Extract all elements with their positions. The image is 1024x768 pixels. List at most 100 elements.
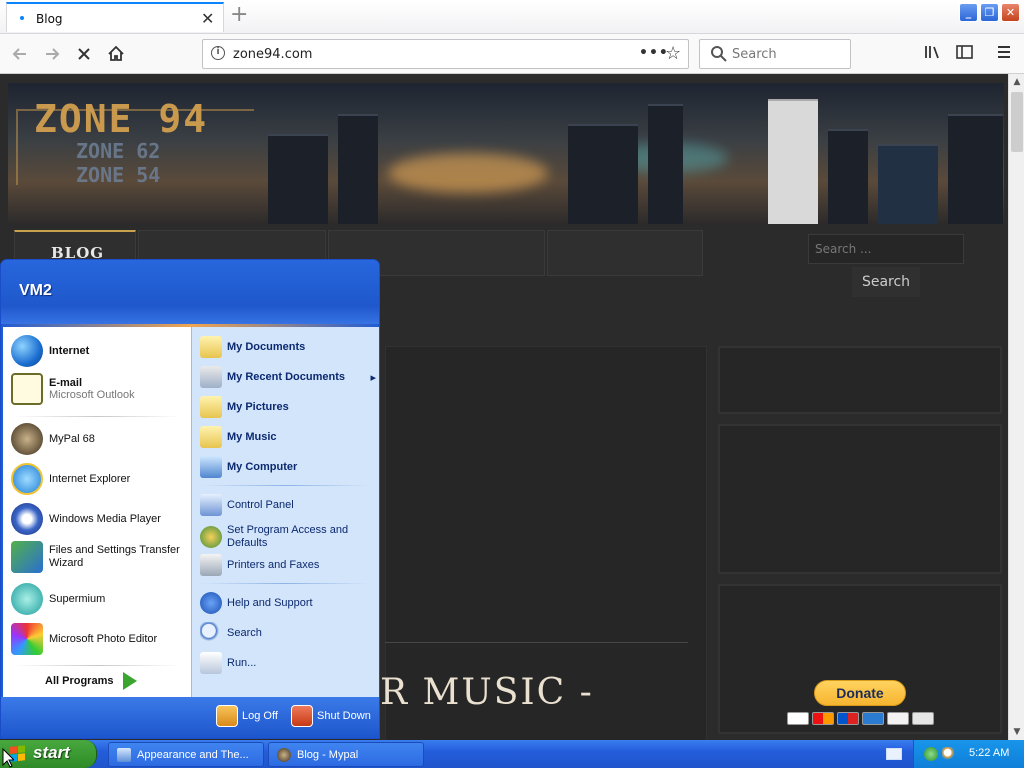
pinned-email-label: E-mail bbox=[49, 377, 83, 389]
start-menu-programs: Internet E-mail Microsoft Outlook MyPal … bbox=[3, 327, 191, 697]
run-icon bbox=[200, 652, 222, 674]
forward-button[interactable] bbox=[40, 42, 64, 66]
arrow-right-icon bbox=[123, 672, 138, 690]
help-support-item[interactable]: Help and Support bbox=[200, 592, 313, 614]
bank-card-icon bbox=[912, 712, 934, 725]
home-button[interactable] bbox=[104, 42, 128, 66]
keyboard-icon[interactable] bbox=[886, 748, 902, 760]
tab-loading-icon bbox=[20, 16, 24, 20]
search-icon bbox=[711, 46, 727, 62]
sidebar-widget bbox=[718, 346, 1002, 414]
divider bbox=[385, 642, 688, 643]
recent-program[interactable]: Microsoft Photo Editor bbox=[11, 623, 157, 655]
restore-button[interactable]: ❐ bbox=[980, 3, 999, 22]
home-icon bbox=[108, 45, 124, 61]
recent-program[interactable]: Windows Media Player bbox=[11, 503, 161, 535]
logo-line-1: ZONE 62 bbox=[76, 139, 161, 163]
log-off-button[interactable]: Log Off bbox=[216, 705, 278, 727]
computer-icon bbox=[200, 456, 222, 478]
recent-program[interactable]: MyPal 68 bbox=[11, 423, 95, 455]
printer-icon bbox=[200, 554, 222, 576]
start-button[interactable]: start bbox=[0, 740, 97, 768]
site-search-button[interactable]: Search bbox=[852, 267, 920, 297]
scroll-up-arrow[interactable]: ▲ bbox=[1009, 74, 1024, 90]
nav-item[interactable] bbox=[547, 230, 703, 276]
browser-tab[interactable]: Blog ✕ bbox=[6, 2, 224, 32]
browser-toolbar: i zone94.com ••• ☆ Search bbox=[0, 34, 1024, 74]
start-menu: VM2 Internet E-mail Microsoft Outlook My… bbox=[0, 259, 380, 739]
my-pictures-item[interactable]: My Pictures bbox=[200, 396, 289, 418]
taskbar: start Appearance and The... Blog - Mypal… bbox=[0, 740, 1024, 768]
pictures-folder-icon bbox=[200, 396, 222, 418]
window-controls: _ ❐ ✕ bbox=[959, 3, 1020, 22]
search-tray-icon[interactable] bbox=[942, 747, 956, 761]
music-folder-icon bbox=[200, 426, 222, 448]
outlook-icon bbox=[11, 373, 43, 405]
pinned-internet[interactable]: Internet bbox=[11, 335, 89, 367]
pinned-internet-label: Internet bbox=[49, 345, 90, 357]
recent-program[interactable]: Files and Settings Transfer Wizard bbox=[11, 541, 191, 573]
control-panel-icon bbox=[200, 494, 222, 516]
system-tray: 5:22 AM bbox=[913, 740, 1024, 768]
library-icon[interactable] bbox=[924, 44, 942, 64]
tab-title: Blog bbox=[36, 12, 63, 26]
site-info-icon[interactable]: i bbox=[211, 46, 225, 60]
program-access-item[interactable]: Set Program Access and Defaults bbox=[200, 524, 376, 550]
site-header-banner: ZONE 94 ZONE 62 ZONE 54 bbox=[8, 83, 1004, 224]
stop-button[interactable] bbox=[72, 42, 96, 66]
recent-program[interactable]: Supermium bbox=[11, 583, 105, 615]
site-logo[interactable]: ZONE 94 bbox=[34, 97, 208, 141]
folder-icon bbox=[200, 336, 222, 358]
payment-cards bbox=[787, 712, 934, 725]
search-item[interactable]: Search bbox=[200, 622, 262, 644]
my-recent-documents-item[interactable]: My Recent Documents ▸ bbox=[200, 366, 376, 388]
donate-button[interactable]: Donate bbox=[814, 680, 906, 706]
control-panel-item[interactable]: Control Panel bbox=[200, 494, 294, 516]
program-access-icon bbox=[200, 526, 222, 548]
site-search-input[interactable]: Search ... bbox=[808, 234, 964, 264]
forward-arrow-icon bbox=[46, 48, 60, 60]
recent-documents-icon bbox=[200, 366, 222, 388]
run-item[interactable]: Run... bbox=[200, 652, 256, 674]
photo-editor-icon bbox=[11, 623, 43, 655]
tab-close-button[interactable]: ✕ bbox=[201, 9, 214, 28]
mastercard-icon bbox=[812, 712, 834, 725]
mouse-cursor-icon bbox=[2, 748, 14, 768]
taskbar-button[interactable]: Blog - Mypal bbox=[268, 742, 424, 767]
my-documents-item[interactable]: My Documents bbox=[200, 336, 305, 358]
browser-tab-strip: Blog ✕ + _ ❐ ✕ bbox=[0, 0, 1024, 34]
scroll-down-arrow[interactable]: ▼ bbox=[1009, 724, 1024, 740]
media-player-icon bbox=[11, 503, 43, 535]
my-computer-item[interactable]: My Computer bbox=[200, 456, 297, 478]
address-url[interactable]: zone94.com bbox=[233, 47, 312, 62]
submenu-arrow-icon: ▸ bbox=[370, 371, 376, 384]
start-label: start bbox=[33, 743, 70, 762]
transfer-wizard-icon bbox=[11, 541, 43, 573]
recent-program[interactable]: Internet Explorer bbox=[11, 463, 130, 495]
hamburger-menu-icon[interactable] bbox=[996, 44, 1012, 64]
back-button[interactable] bbox=[8, 42, 32, 66]
sidebar-toggle-icon[interactable] bbox=[956, 44, 974, 64]
page-scrollbar[interactable]: ▲ ▼ bbox=[1008, 74, 1024, 740]
new-tab-button[interactable]: + bbox=[230, 4, 248, 26]
user-name: VM2 bbox=[19, 282, 52, 299]
start-menu-places: My Documents My Recent Documents ▸ My Pi… bbox=[191, 327, 379, 697]
scroll-thumb[interactable] bbox=[1011, 92, 1023, 152]
my-music-item[interactable]: My Music bbox=[200, 426, 277, 448]
close-window-button[interactable]: ✕ bbox=[1001, 3, 1020, 22]
printers-faxes-item[interactable]: Printers and Faxes bbox=[200, 554, 319, 576]
clock[interactable]: 5:22 AM bbox=[969, 747, 1009, 759]
bookmark-star-icon[interactable]: ☆ bbox=[665, 43, 681, 64]
shut-down-button[interactable]: Shut Down bbox=[291, 705, 371, 727]
pinned-email[interactable]: E-mail Microsoft Outlook bbox=[11, 373, 135, 405]
address-bar[interactable]: i zone94.com ••• ☆ bbox=[202, 39, 689, 69]
visa-card-icon bbox=[787, 712, 809, 725]
site-logo-sub: ZONE 62 ZONE 54 bbox=[76, 139, 160, 187]
all-programs-button[interactable]: All Programs bbox=[45, 672, 138, 690]
minimize-button[interactable]: _ bbox=[959, 3, 978, 22]
browser-search-box[interactable]: Search bbox=[699, 39, 851, 69]
taskbar-button[interactable]: Appearance and The... bbox=[108, 742, 264, 767]
network-icon[interactable] bbox=[924, 747, 938, 761]
control-panel-icon bbox=[117, 747, 131, 762]
post-heading[interactable]: R MUSIC - bbox=[380, 672, 594, 713]
